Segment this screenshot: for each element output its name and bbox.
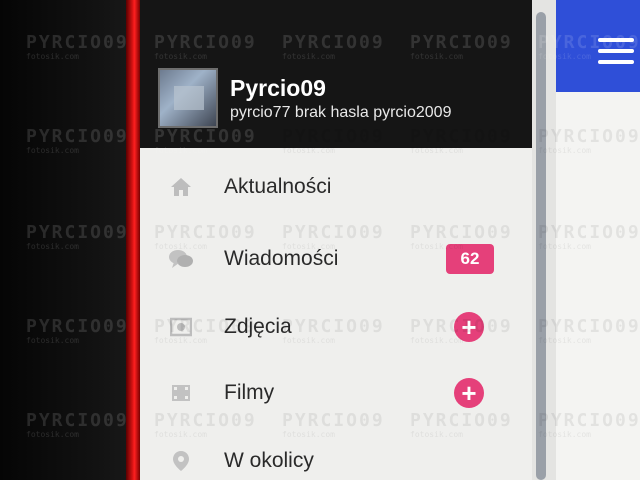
avatar[interactable] (158, 68, 218, 128)
add-film-button[interactable]: + (454, 378, 484, 408)
chat-bubbles-icon (168, 246, 194, 272)
monitor-bezel (0, 0, 138, 480)
menu-label: Zdjęcia (224, 315, 292, 338)
main-header-bar (556, 0, 640, 92)
home-icon (168, 174, 194, 200)
location-pin-icon (168, 448, 194, 474)
photo-icon (168, 314, 194, 340)
main-content-pane (556, 0, 640, 480)
photo-frame: Pyrcio09 pyrcio77 brak hasla pyrcio2009 … (0, 0, 640, 480)
menu-label: W okolicy (224, 449, 314, 472)
scrollbar-thumb[interactable] (536, 12, 546, 480)
profile-text: Pyrcio09 pyrcio77 brak hasla pyrcio2009 (230, 75, 451, 122)
menu-item-wiadomosci[interactable]: Wiadomości 62 (140, 226, 532, 292)
menu-item-w-okolicy[interactable]: W okolicy (140, 428, 532, 480)
menu-item-filmy[interactable]: Filmy + (140, 360, 532, 426)
menu-item-zdjecia[interactable]: Zdjęcia + (140, 294, 532, 360)
menu-label: Aktualności (224, 175, 332, 198)
profile-area[interactable]: Pyrcio09 pyrcio77 brak hasla pyrcio2009 (158, 68, 451, 128)
app-screen: Pyrcio09 pyrcio77 brak hasla pyrcio2009 … (140, 0, 640, 480)
user-description: pyrcio77 brak hasla pyrcio2009 (230, 103, 452, 121)
drawer-menu: Aktualności Wiadomości 62 Zdjęcia + Film… (140, 148, 532, 480)
menu-label: Wiadomości (224, 247, 339, 270)
user-name: Pyrcio09 (230, 74, 326, 101)
add-photo-button[interactable]: + (454, 312, 484, 342)
hamburger-menu-icon[interactable] (598, 38, 634, 64)
message-count-badge: 62 (446, 244, 494, 274)
menu-label: Filmy (224, 381, 275, 404)
film-icon (168, 380, 194, 406)
monitor-red-edge (126, 0, 140, 480)
menu-item-aktualnosci[interactable]: Aktualności (140, 154, 532, 220)
drawer-header: Pyrcio09 pyrcio77 brak hasla pyrcio2009 (140, 0, 532, 148)
